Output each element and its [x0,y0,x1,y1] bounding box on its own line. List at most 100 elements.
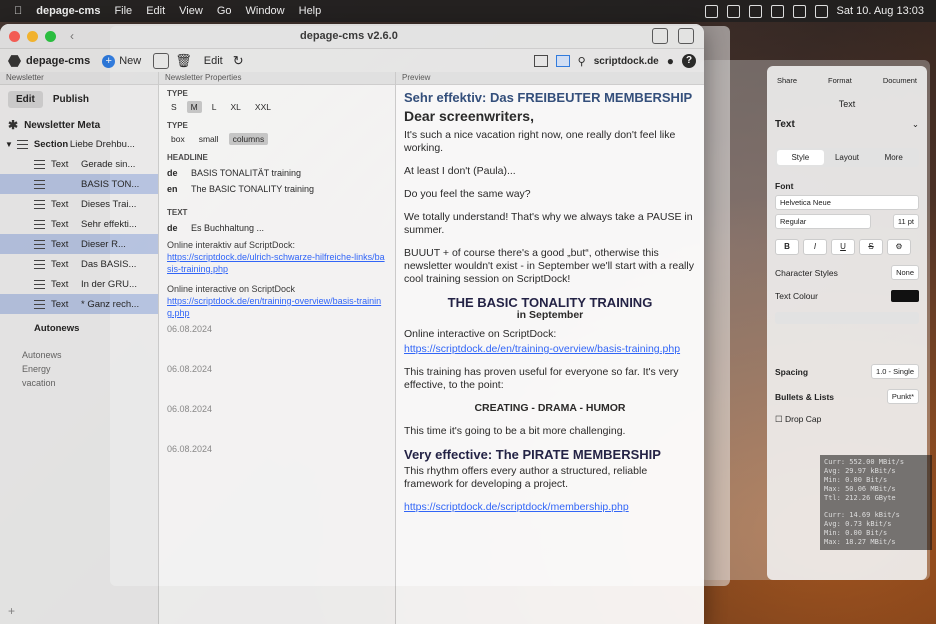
item-text: Gerade sin... [81,158,136,170]
gear-icon[interactable]: ⚙ [887,239,911,255]
align-justify-icon[interactable] [883,312,919,324]
newsletter-meta[interactable]: ✱ Newsletter Meta [8,118,158,132]
size-option[interactable]: M [186,101,202,113]
seg-style[interactable]: Style [777,150,824,165]
preview-link[interactable]: https://scriptdock.de/scriptdock/members… [404,501,696,514]
user-icon[interactable]: ● [667,54,674,68]
headline-input[interactable]: The BASIC TONALITY training [191,184,314,194]
back-arrow-icon[interactable]: ‹ [70,29,74,43]
chevron-down-icon[interactable]: ⌄ [912,119,919,130]
size-option[interactable]: XL [227,101,245,113]
tree-item[interactable]: Text Dieser R... [0,234,158,254]
edit-button[interactable]: Edit [204,55,223,67]
bullets-label[interactable]: Bullets & Lists [775,392,834,402]
status-icon[interactable] [704,4,718,18]
folder-item[interactable]: Energy [22,362,158,376]
tab-edit[interactable]: Edit [8,91,43,108]
drop-cap-checkbox[interactable]: ☐ Drop Cap [775,414,821,425]
zoom-icon[interactable]: ⚲ [578,55,586,68]
tree-section[interactable]: ▼ Section Liebe Drehbu... [0,134,158,154]
align-center-icon[interactable] [811,312,847,324]
tab-publish[interactable]: Publish [45,91,97,108]
tab-format[interactable]: Format [828,76,852,85]
folder-item[interactable]: Autonews [22,348,158,362]
folder-item[interactable]: vacation [22,376,158,390]
preview-paragraph: We totally understand! That's why we alw… [404,211,693,236]
apple-menu-icon[interactable]:  [14,5,22,17]
font-weight-select[interactable]: Regular [775,214,871,229]
tree-item[interactable]: Text Das BASIS... [0,254,158,274]
menu-edit[interactable]: Edit [146,5,165,17]
layout-option[interactable]: columns [228,133,269,145]
wifi-icon[interactable] [792,4,806,18]
tree-autonews[interactable]: Autonews [0,318,158,338]
align-right-icon[interactable] [847,312,883,324]
menu-clock[interactable]: Sat 10. Aug 13:03 [837,5,924,17]
font-select[interactable]: Helvetica Neue [775,195,919,210]
paragraph-style-select[interactable]: Text [775,119,795,130]
site-name[interactable]: scriptdock.de [594,56,659,67]
seg-more[interactable]: More [870,150,917,165]
tree-item[interactable]: Text In der GRU... [0,274,158,294]
minimize-window-button[interactable] [27,30,38,42]
text-link[interactable]: https://scriptdock.de/ulrich-schwarze-hi… [167,251,387,275]
chevron-down-icon[interactable]: ▼ [5,140,13,149]
duplicate-icon[interactable] [153,53,170,69]
delete-icon[interactable]: 🗑 [175,53,192,69]
font-size-field[interactable]: 11 pt [892,214,919,229]
status-icon[interactable] [748,4,762,18]
align-left-icon[interactable] [775,312,811,324]
menu-bar:  depage-cms File Edit View Go Window He… [0,0,936,22]
new-button[interactable]: + New [102,54,141,68]
search-icon[interactable] [814,4,828,18]
spacing-select[interactable]: 1.0 - Single [871,364,919,379]
strikethrough-button[interactable]: S [859,239,883,255]
text-link[interactable]: https://scriptdock.de/en/training-overvi… [167,295,387,319]
size-option[interactable]: XXL [251,101,275,113]
tab-share[interactable]: Share [777,76,797,85]
layout-split-icon[interactable] [555,55,570,67]
layout-option[interactable]: box [167,133,189,145]
tree-item[interactable]: Text Sehr effekti... [0,214,158,234]
zoom-window-button[interactable] [45,30,56,42]
menu-go[interactable]: Go [217,5,232,17]
tabs-icon[interactable] [678,28,694,44]
tree-item[interactable]: Text * Ganz rech... [0,294,158,314]
add-item-button[interactable]: + [8,604,15,618]
underline-button[interactable]: U [831,239,855,255]
tree-item[interactable]: Text Gerade sin... [0,154,158,174]
menu-help[interactable]: Help [299,5,322,17]
item-kind: Text [51,238,69,250]
size-option[interactable]: L [208,101,221,113]
bullets-select[interactable]: Punkt* [886,389,919,404]
char-styles-row: Character Styles None [775,265,919,280]
char-styles-select[interactable]: None [891,265,919,280]
reload-icon[interactable]: ↻ [233,53,244,69]
menu-view[interactable]: View [179,5,203,17]
font-label: Font [775,181,794,191]
text-preview[interactable]: Es Buchhaltung ... [191,223,264,233]
tab-document[interactable]: Document [883,76,917,85]
colour-swatch[interactable] [891,290,919,302]
seg-layout[interactable]: Layout [824,150,871,165]
layout-option[interactable]: small [195,133,223,145]
battery-icon[interactable] [770,4,784,18]
size-option[interactable]: S [167,101,181,113]
spacing-label[interactable]: Spacing [775,367,808,377]
tree-item-selected[interactable]: BASIS TON... [0,174,158,194]
tree-item[interactable]: Text Dieses Trai... [0,194,158,214]
date-entry: 06.08.2024 [167,364,213,374]
status-icon[interactable] [726,4,740,18]
preview-link[interactable]: https://scriptdock.de/en/training-overvi… [404,343,696,356]
menu-window[interactable]: Window [246,5,285,17]
menu-app-name[interactable]: depage-cms [36,5,100,17]
share-icon[interactable] [652,28,668,44]
bold-button[interactable]: B [775,239,799,255]
help-icon[interactable]: ? [682,54,696,68]
italic-button[interactable]: I [803,239,827,255]
text-editor[interactable]: Online interaktiv auf ScriptDock: https:… [167,239,387,319]
menu-file[interactable]: File [114,5,132,17]
layout-single-icon[interactable] [533,55,548,67]
close-window-button[interactable] [9,30,20,42]
headline-input[interactable]: BASIS TONALITÄT training [191,168,301,178]
